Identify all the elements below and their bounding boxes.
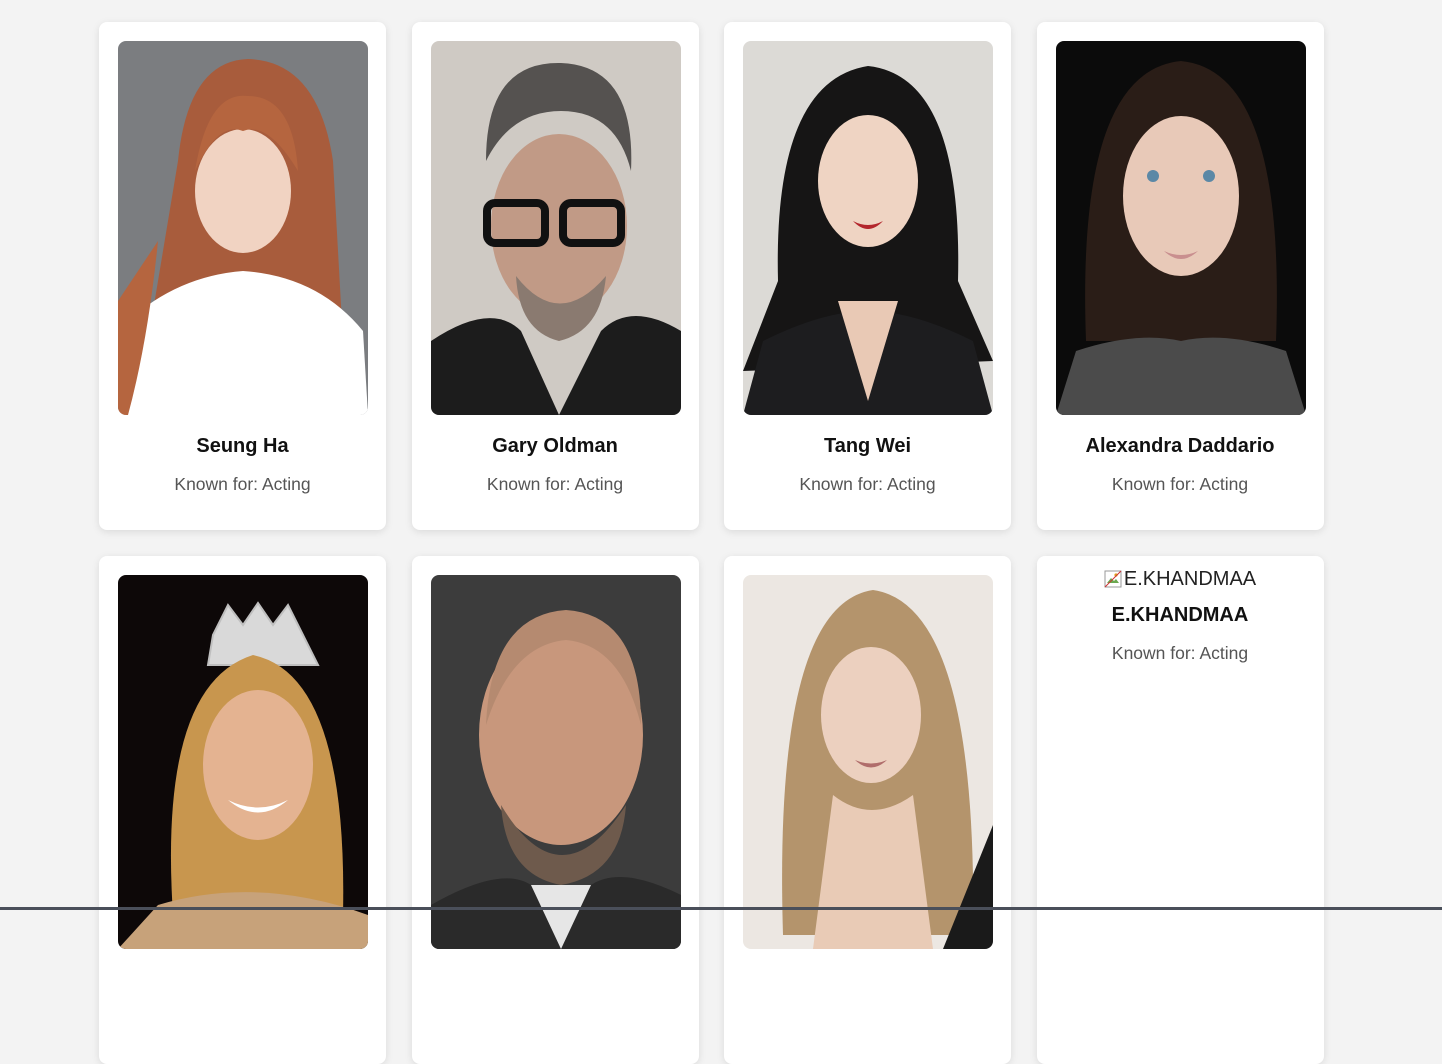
person-name: E.KHANDMAA: [1111, 604, 1249, 626]
person-photo[interactable]: [743, 41, 993, 415]
portrait-illustration: [118, 575, 368, 949]
image-alt-text: E.KHANDMAA: [1123, 567, 1257, 590]
portrait-illustration: [743, 575, 993, 949]
person-name: Alexandra Daddario: [1085, 435, 1275, 457]
person-name: Tang Wei: [823, 435, 912, 457]
person-photo[interactable]: [430, 41, 681, 415]
portrait-illustration: [430, 575, 681, 949]
person-card-gary-oldman[interactable]: Gary Oldman Known for: Acting: [411, 22, 699, 530]
person-photo[interactable]: [1055, 41, 1306, 415]
person-card-seung-ha[interactable]: Seung Ha Known for: Acting: [99, 22, 386, 530]
portrait-illustration: [743, 41, 993, 415]
person-photo[interactable]: [118, 575, 368, 949]
portrait-illustration: [430, 41, 681, 415]
person-card-tang-wei[interactable]: Tang Wei Known for: Acting: [724, 22, 1011, 530]
person-card[interactable]: [99, 556, 386, 1064]
person-known-for: Known for: Acting: [1111, 474, 1249, 494]
person-photo-broken[interactable]: E.KHANDMAA: [1104, 567, 1256, 591]
person-name: Gary Oldman: [492, 435, 618, 457]
portrait-illustration: [1055, 41, 1306, 415]
broken-image-icon: [1104, 570, 1122, 588]
person-card[interactable]: [724, 556, 1011, 1064]
person-photo[interactable]: [430, 575, 681, 949]
person-photo[interactable]: [118, 41, 368, 415]
portrait-illustration: [118, 41, 368, 415]
person-card-alexandra-daddario[interactable]: Alexandra Daddario Known for: Acting: [1036, 22, 1324, 530]
person-photo[interactable]: [743, 575, 993, 949]
person-card-e-khandmaa[interactable]: E.KHANDMAA E.KHANDMAA Known for: Acting: [1036, 556, 1324, 1064]
person-name: Seung Ha: [196, 435, 289, 457]
person-known-for: Known for: Acting: [799, 474, 936, 494]
person-known-for: Known for: Acting: [1111, 643, 1249, 663]
person-known-for: Known for: Acting: [174, 474, 311, 494]
person-card[interactable]: [411, 556, 699, 1064]
person-known-for: Known for: Acting: [486, 474, 624, 494]
